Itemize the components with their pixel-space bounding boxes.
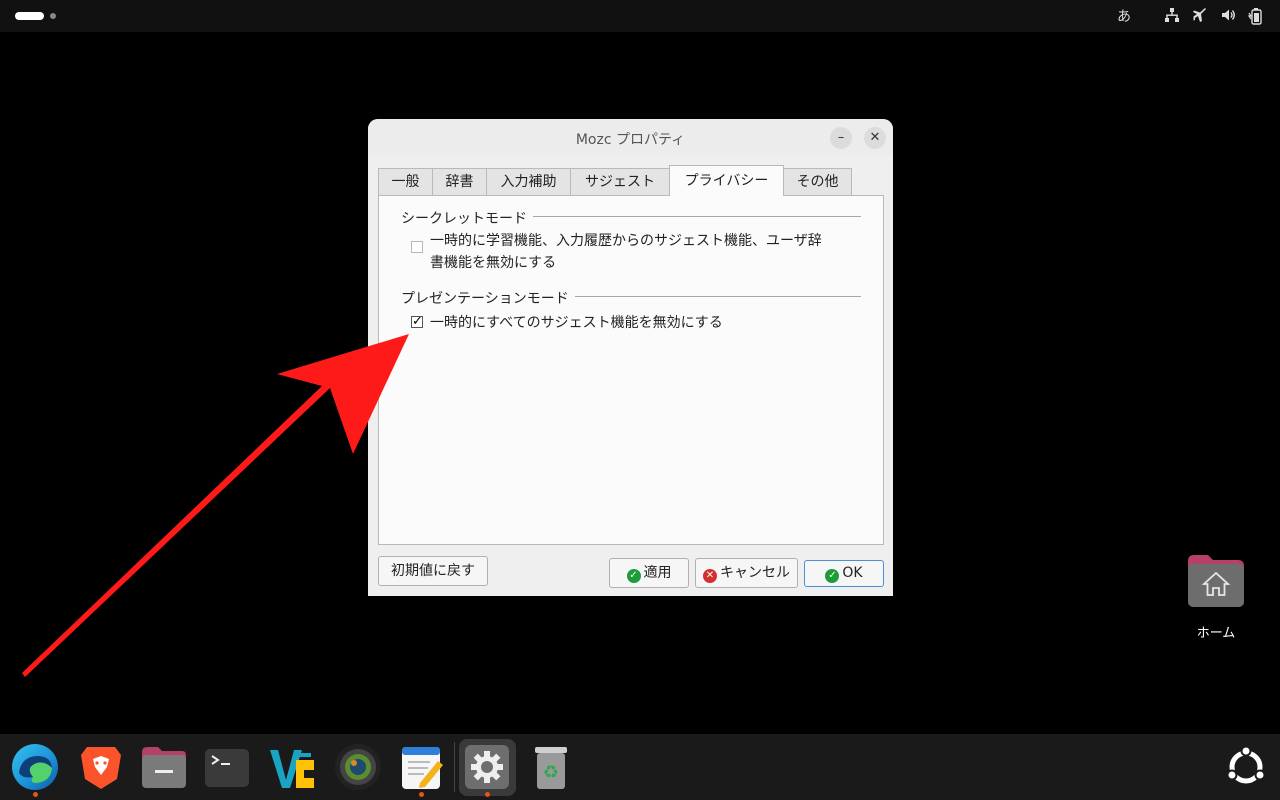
cancel-button[interactable]: ✕ キャンセル [695, 558, 798, 588]
secret-mode-title: シークレットモード [401, 208, 533, 228]
tab-input-assistance[interactable]: 入力補助 [486, 168, 571, 195]
dock-separator [454, 742, 455, 792]
workspace-dot[interactable] [50, 13, 56, 19]
x-circle-icon: ✕ [703, 569, 717, 583]
apply-label: 適用 [643, 565, 672, 581]
privacy-panel: シークレットモード 一時的に学習機能、入力履歴からのサジェスト機能、ユーザ辞 書… [378, 195, 884, 545]
tab-suggest[interactable]: サジェスト [570, 168, 670, 195]
check-circle-icon: ✓ [825, 569, 840, 583]
tab-dictionary[interactable]: 辞書 [432, 168, 487, 195]
svg-text:♻: ♻ [543, 762, 559, 783]
ok-label: OK [842, 565, 863, 581]
mozc-properties-dialog: Mozc プロパティ – ✕ 一般 辞書 入力補助 サジェスト プライバシー そ… [368, 119, 893, 596]
text-editor-icon[interactable] [398, 743, 446, 791]
battery-icon[interactable] [1248, 7, 1264, 25]
reset-defaults-button[interactable]: 初期値に戻す [378, 556, 488, 586]
ime-indicator[interactable]: あ [1117, 6, 1131, 26]
minimize-icon: – [837, 130, 845, 145]
checkmark-icon: ✓ [412, 314, 423, 329]
arrow-shape [22, 334, 409, 677]
dock [0, 734, 1280, 800]
text-editor-running-indicator [419, 792, 424, 797]
volume-icon[interactable] [1220, 7, 1236, 23]
camera-lens-app-icon[interactable] [334, 743, 382, 791]
presentation-mode-checkbox[interactable]: ✓ [411, 314, 423, 329]
presentation-mode-label[interactable]: 一時的にすべてのサジェスト機能を無効にする [430, 312, 723, 334]
settings-icon[interactable] [463, 743, 511, 791]
files-icon[interactable] [140, 744, 188, 792]
activities-indicator[interactable] [15, 12, 44, 20]
top-bar: あ [0, 0, 1280, 32]
brave-browser-icon[interactable] [77, 743, 125, 791]
ok-button[interactable]: ✓ OK [804, 560, 884, 587]
close-icon: ✕ [869, 130, 881, 145]
trash-icon[interactable]: ♻ [527, 743, 575, 791]
title-bar[interactable]: Mozc プロパティ – ✕ [368, 119, 893, 155]
minimize-button[interactable]: – [830, 127, 852, 149]
show-apps-icon[interactable] [1222, 743, 1270, 791]
cancel-label: キャンセル [720, 565, 790, 581]
settings-running-indicator [485, 792, 490, 797]
presentation-mode-title: プレゼンテーションモード [401, 288, 575, 308]
tab-privacy[interactable]: プライバシー [669, 165, 784, 196]
airplane-mode-icon[interactable] [1192, 7, 1208, 23]
tab-other[interactable]: その他 [783, 168, 852, 195]
reset-label: 初期値に戻す [391, 563, 475, 579]
edge-running-indicator [33, 792, 38, 797]
dialog-title: Mozc プロパティ [575, 132, 686, 148]
secret-mode-label-line2: 書機能を無効にする [430, 255, 557, 271]
home-folder-icon[interactable] [1188, 555, 1244, 607]
secret-mode-checkbox[interactable] [411, 241, 423, 253]
check-circle-icon: ✓ [626, 569, 641, 583]
home-folder-label[interactable]: ホーム [1176, 622, 1256, 641]
terminal-icon[interactable] [203, 745, 251, 793]
apply-button[interactable]: ✓ 適用 [609, 558, 689, 588]
tab-general[interactable]: 一般 [378, 168, 433, 195]
secret-mode-label[interactable]: 一時的に学習機能、入力履歴からのサジェスト機能、ユーザ辞 書機能を無効にする [430, 230, 822, 274]
secret-mode-label-line1: 一時的に学習機能、入力履歴からのサジェスト機能、ユーザ辞 [430, 233, 822, 249]
network-icon[interactable] [1164, 7, 1180, 23]
edge-browser-icon[interactable] [11, 743, 59, 791]
close-button[interactable]: ✕ [864, 127, 886, 149]
code-editor-icon[interactable] [268, 744, 316, 792]
